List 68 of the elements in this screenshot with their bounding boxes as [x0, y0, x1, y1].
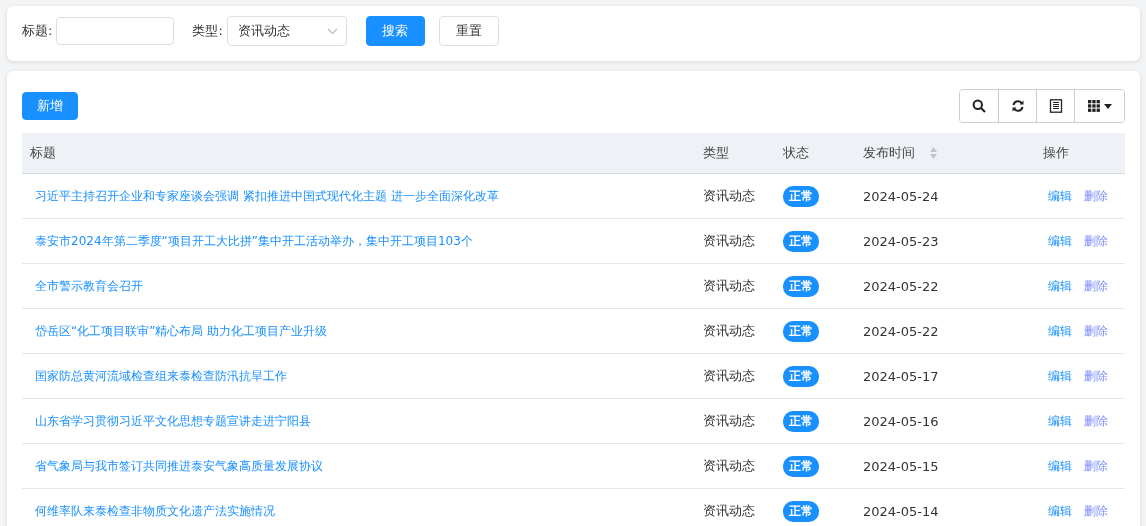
edit-link[interactable]: 编辑 — [1048, 367, 1072, 385]
search-button[interactable]: 搜索 — [365, 16, 425, 46]
edit-link[interactable]: 编辑 — [1048, 277, 1072, 295]
article-title-link[interactable]: 省气象局与我市签订共同推进泰安气象高质量发展协议 — [35, 457, 323, 475]
list-icon — [1048, 99, 1063, 113]
article-title-link[interactable]: 全市警示教育会召开 — [35, 277, 143, 295]
table-cell: 资讯动态 — [703, 457, 755, 475]
table-cell: 2024-05-23 — [863, 233, 939, 249]
column-title: 状态 — [783, 144, 809, 162]
chevron-icon — [326, 27, 338, 35]
field-label: 标题: — [22, 22, 53, 40]
edit-link[interactable]: 编辑 — [1048, 457, 1072, 475]
status-tag: 正常 — [783, 455, 819, 477]
delete-link[interactable]: 删除 — [1084, 277, 1108, 295]
delete-link[interactable]: 删除 — [1084, 457, 1108, 475]
table-cell: 资讯动态 — [703, 277, 755, 295]
article-title-link[interactable]: 山东省学习贯彻习近平文化思想专题宣讲走进宁阳县 — [35, 412, 311, 430]
column-title: 标题 — [30, 144, 56, 162]
add-button[interactable]: 新增 — [22, 92, 78, 120]
delete-link[interactable]: 删除 — [1084, 412, 1108, 430]
table-cell: 2024-05-24 — [863, 188, 939, 204]
type-select[interactable]: 资讯动态 — [226, 16, 347, 46]
delete-link[interactable]: 删除 — [1084, 502, 1108, 520]
article-title-link[interactable]: 泰安市2024年第二季度“项目开工大比拼”集中开工活动举办，集中开工项目103个 — [35, 232, 473, 250]
column-title: 发布时间 — [863, 144, 915, 162]
table-cell: 资讯动态 — [703, 232, 755, 250]
toolbar-button[interactable] — [1074, 90, 1124, 122]
caret-icon — [1104, 103, 1112, 109]
article-title-link[interactable]: 国家防总黄河流域检查组来泰检查防汛抗旱工作 — [35, 367, 287, 385]
delete-link[interactable]: 删除 — [1084, 187, 1108, 205]
article-title-link[interactable]: 何维率队来泰检查非物质文化遗产法实施情况 — [35, 502, 275, 520]
refresh-icon — [1010, 99, 1025, 113]
edit-link[interactable]: 编辑 — [1048, 232, 1072, 250]
status-tag: 正常 — [783, 185, 819, 207]
table-cell: 2024-05-17 — [863, 368, 939, 384]
table-cell: 资讯动态 — [703, 187, 755, 205]
column-header[interactable]: 发布时间 — [855, 133, 1035, 174]
status-tag: 正常 — [783, 320, 819, 342]
status-tag: 正常 — [783, 410, 819, 432]
status-tag: 正常 — [783, 230, 819, 252]
edit-link[interactable]: 编辑 — [1048, 412, 1072, 430]
status-tag: 正常 — [783, 500, 819, 522]
article-title-link[interactable]: 习近平主持召开企业和专家座谈会强调 紧扣推进中国式现代化主题 进一步全面深化改革 — [35, 187, 499, 205]
status-tag: 正常 — [783, 365, 819, 387]
delete-link[interactable]: 删除 — [1084, 367, 1108, 385]
column-title: 操作 — [1043, 144, 1069, 162]
delete-link[interactable]: 删除 — [1084, 232, 1108, 250]
status-tag: 正常 — [783, 275, 819, 297]
column-title: 类型 — [703, 144, 729, 162]
table-cell: 2024-05-14 — [863, 503, 939, 519]
table-cell: 资讯动态 — [703, 412, 755, 430]
table-cell: 资讯动态 — [703, 367, 755, 385]
table-cell: 2024-05-22 — [863, 323, 939, 339]
table-cell: 2024-05-22 — [863, 278, 939, 294]
edit-link[interactable]: 编辑 — [1048, 502, 1072, 520]
table-cell: 资讯动态 — [703, 502, 755, 520]
article-title-link[interactable]: 岱岳区“化工项目联审”精心布局 助力化工项目产业升级 — [35, 322, 328, 340]
reset-button[interactable]: 重置 — [438, 16, 499, 46]
edit-link[interactable]: 编辑 — [1048, 322, 1072, 340]
title-input[interactable] — [56, 17, 175, 45]
grid-icon — [1087, 99, 1101, 113]
table-cell: 资讯动态 — [703, 322, 755, 340]
field-label: 类型: — [192, 22, 223, 40]
table-cell: 2024-05-16 — [863, 413, 939, 429]
delete-link[interactable]: 删除 — [1084, 322, 1108, 340]
table-cell: 2024-05-15 — [863, 458, 939, 474]
search-icon — [972, 99, 986, 113]
edit-link[interactable]: 编辑 — [1048, 187, 1072, 205]
